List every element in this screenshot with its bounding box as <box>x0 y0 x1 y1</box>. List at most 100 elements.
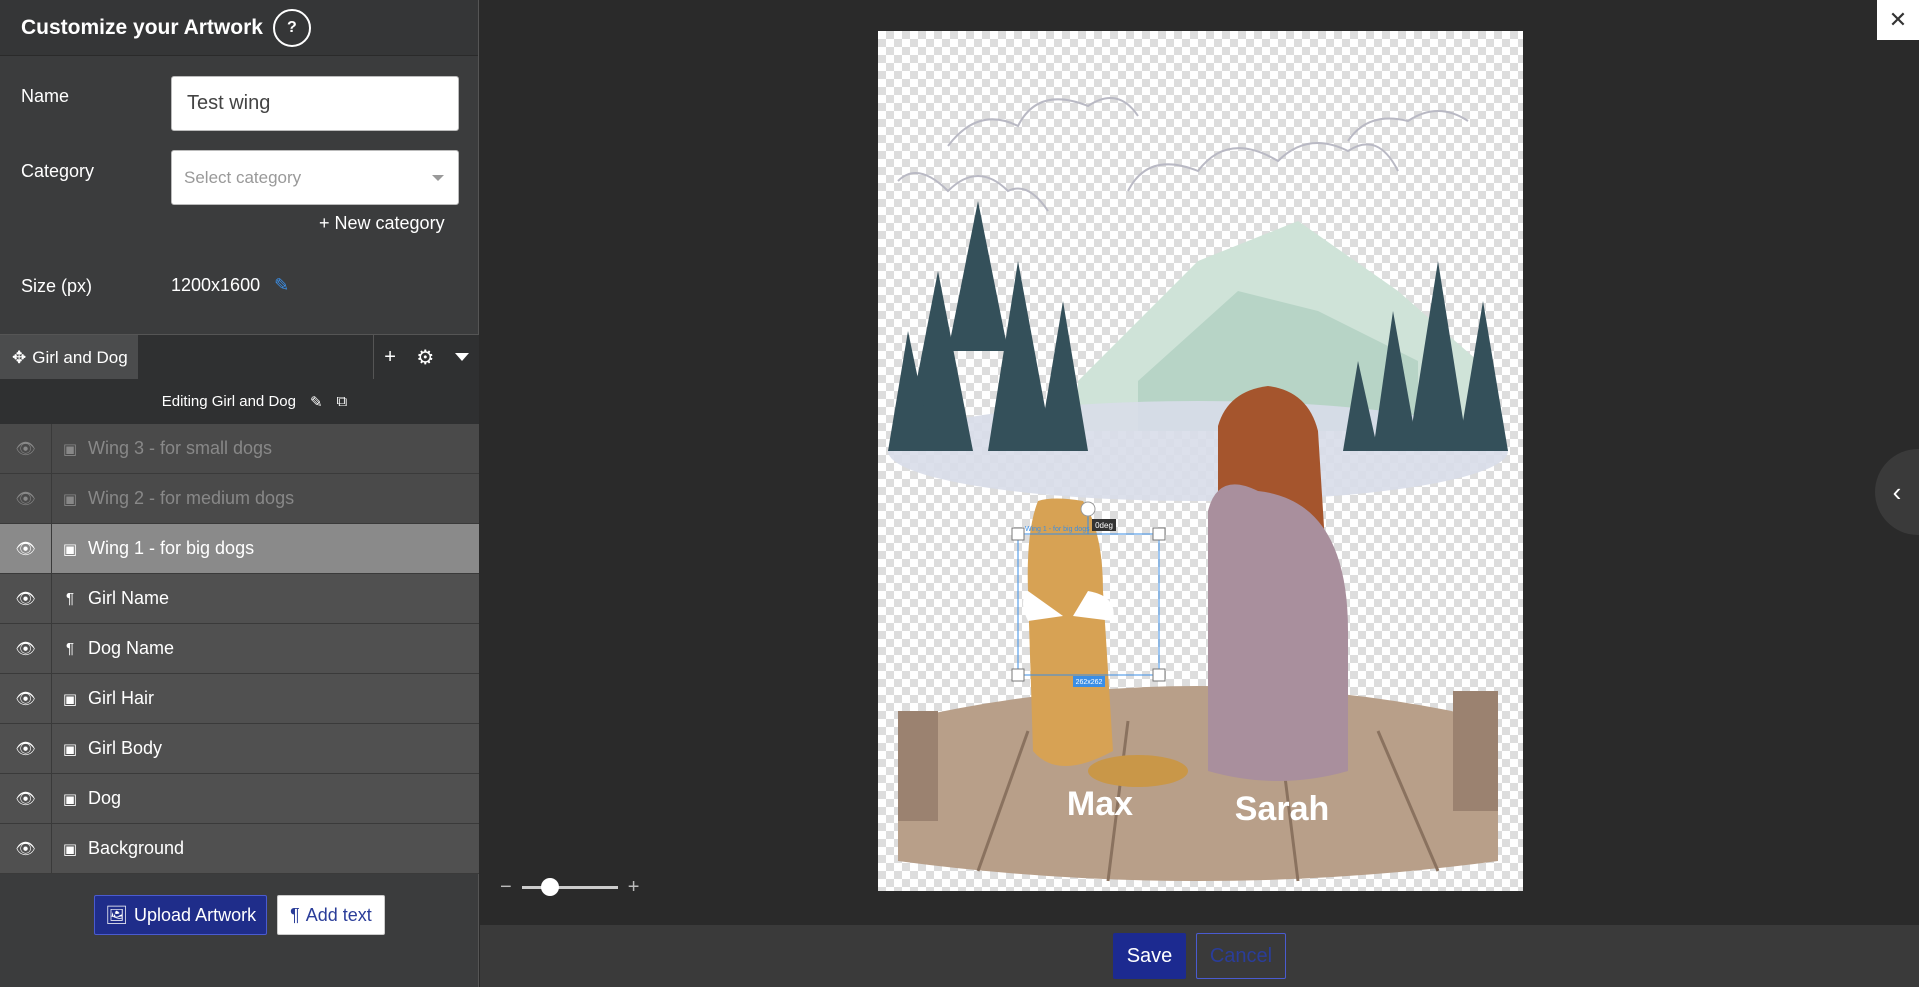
tab-spacer <box>138 335 373 379</box>
layer-row[interactable]: 👁 ▣ Wing 3 - for small dogs <box>0 424 479 474</box>
close-icon[interactable]: ✕ <box>1877 0 1919 40</box>
dock-post-right <box>1453 691 1498 811</box>
add-text-button[interactable]: ¶ Add text <box>277 895 385 935</box>
image-icon: ▣ <box>62 440 78 458</box>
eye-icon[interactable]: 👁 <box>0 424 52 473</box>
image-icon: ▣ <box>62 740 78 758</box>
layer-row[interactable]: 👁 ▣ Girl Body <box>0 724 479 774</box>
name-label: Name <box>21 86 70 106</box>
upload-label: Upload Artwork <box>134 904 257 925</box>
tab-girl-and-dog[interactable]: ✥ Girl and Dog <box>0 335 138 380</box>
layer-group-tabs: ✥ Girl and Dog + ⚙ <box>0 334 479 380</box>
chevron-down-icon[interactable] <box>454 353 469 361</box>
layer-row[interactable]: 👁 ▣ Background <box>0 824 479 874</box>
help-icon[interactable]: ? <box>272 8 311 47</box>
artwork-illustration: Max Sarah 0deg 262x262 Wing 1 - for big … <box>888 97 1508 882</box>
category-placeholder: Select category <box>184 167 302 187</box>
footer-actions: Save Cancel <box>480 925 1919 987</box>
pencil-icon[interactable]: ✎ <box>274 275 289 296</box>
dock <box>898 686 1498 881</box>
image-icon: ▣ <box>62 840 78 858</box>
tab-tools: + ⚙ <box>373 335 479 379</box>
rotation-badge: 0deg <box>1095 521 1113 530</box>
pencil-icon[interactable]: ✎ <box>310 393 323 411</box>
size-label: Size (px) <box>21 276 93 296</box>
layer-label: Wing 3 - for small dogs <box>88 438 273 458</box>
page-title: Customize your Artwork <box>21 15 263 39</box>
sidebar-header: Customize your Artwork ? <box>0 0 478 56</box>
duplicate-icon[interactable]: ⧉ <box>337 393 348 410</box>
resize-handle-bl[interactable] <box>1011 668 1025 682</box>
eye-icon[interactable]: 👁 <box>0 624 52 673</box>
paragraph-icon: ¶ <box>290 904 300 925</box>
image-icon: ▣ <box>62 540 78 558</box>
layer-row[interactable]: 👁 ▣ Wing 1 - for big dogs <box>0 524 479 574</box>
editing-label: Editing Girl and Dog <box>161 393 296 410</box>
eye-icon[interactable]: 👁 <box>0 774 52 823</box>
girl-name-text[interactable]: Sarah <box>1235 790 1330 828</box>
category-select[interactable]: Select category <box>171 150 459 205</box>
dog-name-text[interactable]: Max <box>1067 785 1133 823</box>
image-icon: 🖼 <box>105 904 129 925</box>
sidebar: Customize your Artwork ? Name Test wing … <box>0 0 479 987</box>
size-value: 1200x1600 ✎ <box>171 275 289 296</box>
zoom-slider-handle[interactable] <box>541 878 560 896</box>
rotate-handle[interactable] <box>1080 501 1096 517</box>
zoom-slider[interactable] <box>521 878 618 896</box>
sidebar-actions: 🖼 Upload Artwork ¶ Add text <box>0 895 479 935</box>
layer-row[interactable]: 👁 ▣ Girl Hair <box>0 674 479 724</box>
resize-handle-tr[interactable] <box>1152 527 1166 541</box>
layer-label: Dog Name <box>88 638 175 658</box>
paragraph-icon: ¶ <box>65 640 75 657</box>
add-group-icon[interactable]: + <box>384 346 396 369</box>
eye-icon[interactable]: 👁 <box>0 524 52 573</box>
layer-label: Wing 1 - for big dogs <box>88 538 255 558</box>
tab-label: Girl and Dog <box>32 347 128 367</box>
size-badge: 262x262 <box>1076 679 1103 686</box>
editing-bar: Editing Girl and Dog ✎ ⧉ <box>0 379 479 424</box>
resize-handle-tl[interactable] <box>1011 527 1025 541</box>
new-category-label: New category <box>334 213 445 233</box>
image-icon: ▣ <box>62 490 78 508</box>
add-text-label: Add text <box>305 904 372 925</box>
save-button[interactable]: Save <box>1113 933 1186 979</box>
image-icon: ▣ <box>62 790 78 808</box>
chevron-left-icon[interactable]: ‹ <box>1875 449 1919 535</box>
move-icon: ✥ <box>12 347 27 367</box>
layer-label: Dog <box>88 788 122 808</box>
artwork-canvas[interactable]: Max Sarah 0deg 262x262 Wing 1 - for big … <box>878 31 1523 891</box>
layer-row[interactable]: 👁 ¶ Dog Name <box>0 624 479 674</box>
girl-body <box>1208 484 1348 781</box>
layer-row[interactable]: 👁 ¶ Girl Name <box>0 574 479 624</box>
layer-row[interactable]: 👁 ▣ Wing 2 - for medium dogs <box>0 474 479 524</box>
eye-icon[interactable]: 👁 <box>0 824 52 873</box>
clouds <box>897 97 1469 212</box>
selection-label: Wing 1 - for big dogs <box>1025 526 1090 533</box>
layer-label: Background <box>88 838 185 858</box>
dog-body <box>1027 498 1113 766</box>
eye-icon[interactable]: 👁 <box>0 574 52 623</box>
zoom-control: − + <box>500 876 639 899</box>
layer-row[interactable]: 👁 ▣ Dog <box>0 774 479 824</box>
layer-list: 👁 ▣ Wing 3 - for small dogs 👁 ▣ Wing 2 - for … <box>0 424 479 874</box>
layer-label: Girl Body <box>88 738 163 758</box>
layer-label: Girl Hair <box>88 688 154 708</box>
gear-icon[interactable]: ⚙ <box>416 345 434 370</box>
name-input[interactable]: Test wing <box>171 76 459 131</box>
zoom-out-icon[interactable]: − <box>500 876 512 899</box>
eye-icon[interactable]: 👁 <box>0 724 52 773</box>
trees-left <box>888 201 1088 451</box>
new-category-link[interactable]: + New category <box>319 213 445 234</box>
resize-handle-br[interactable] <box>1152 668 1166 682</box>
category-label: Category <box>21 161 95 181</box>
upload-artwork-button[interactable]: 🖼 Upload Artwork <box>94 895 268 935</box>
cancel-button[interactable]: Cancel <box>1196 933 1286 979</box>
layer-label: Girl Name <box>88 588 170 608</box>
eye-icon[interactable]: 👁 <box>0 674 52 723</box>
paragraph-icon: ¶ <box>65 590 75 607</box>
size-text: 1200x1600 <box>171 275 261 295</box>
dog-tail <box>1088 755 1188 787</box>
zoom-in-icon[interactable]: + <box>628 876 640 899</box>
eye-icon[interactable]: 👁 <box>0 474 52 523</box>
image-icon: ▣ <box>62 690 78 708</box>
